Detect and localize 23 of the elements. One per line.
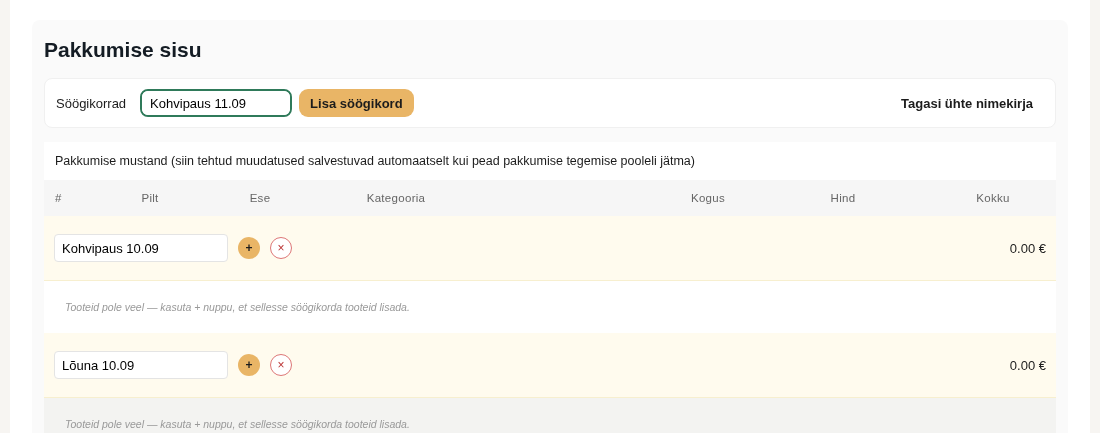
column-header: Kokku: [975, 192, 1011, 204]
remove-meal-button[interactable]: ×: [270, 354, 292, 376]
section-title: Pakkumise sisu: [44, 38, 203, 62]
column-header: Hind: [829, 192, 857, 204]
column-header: #: [54, 192, 63, 204]
add-product-button[interactable]: +: [238, 354, 260, 376]
add-product-button[interactable]: +: [238, 237, 260, 259]
column-header: Pilt: [140, 192, 160, 204]
empty-message: Tooteid pole veel — kasuta + nuppu, et sellesse söögikorda tooteid lisada.: [65, 301, 410, 313]
empty-message: Tooteid pole veel — kasuta + nuppu, et sellesse söögikorda tooteid lisada.: [65, 418, 410, 430]
column-header: Kategooria: [365, 192, 427, 204]
meal-total: 0.00 €: [1009, 240, 1046, 256]
meal-name-field[interactable]: Kohvipaus 11.09: [140, 89, 293, 117]
meal-name-field[interactable]: Kohvipaus 10.09: [54, 234, 228, 262]
back-link[interactable]: Tagasi ühte nimekirja: [901, 95, 1033, 111]
remove-meal-button[interactable]: ×: [270, 237, 292, 259]
meal-name-field[interactable]: Lõuna 10.09: [54, 351, 228, 379]
add-meal-button[interactable]: Lisa söögikord: [299, 89, 414, 117]
meals-label: Söögikorrad: [56, 95, 127, 111]
column-header: Ese: [248, 192, 272, 204]
meal-total: 0.00 €: [1009, 357, 1046, 373]
draft-note: Pakkumise mustand (siin tehtud muudatused salvestuvad automaatselt kui pead pakkumise tegemise pooleli jätma): [54, 153, 696, 170]
column-header: Kogus: [689, 192, 727, 204]
